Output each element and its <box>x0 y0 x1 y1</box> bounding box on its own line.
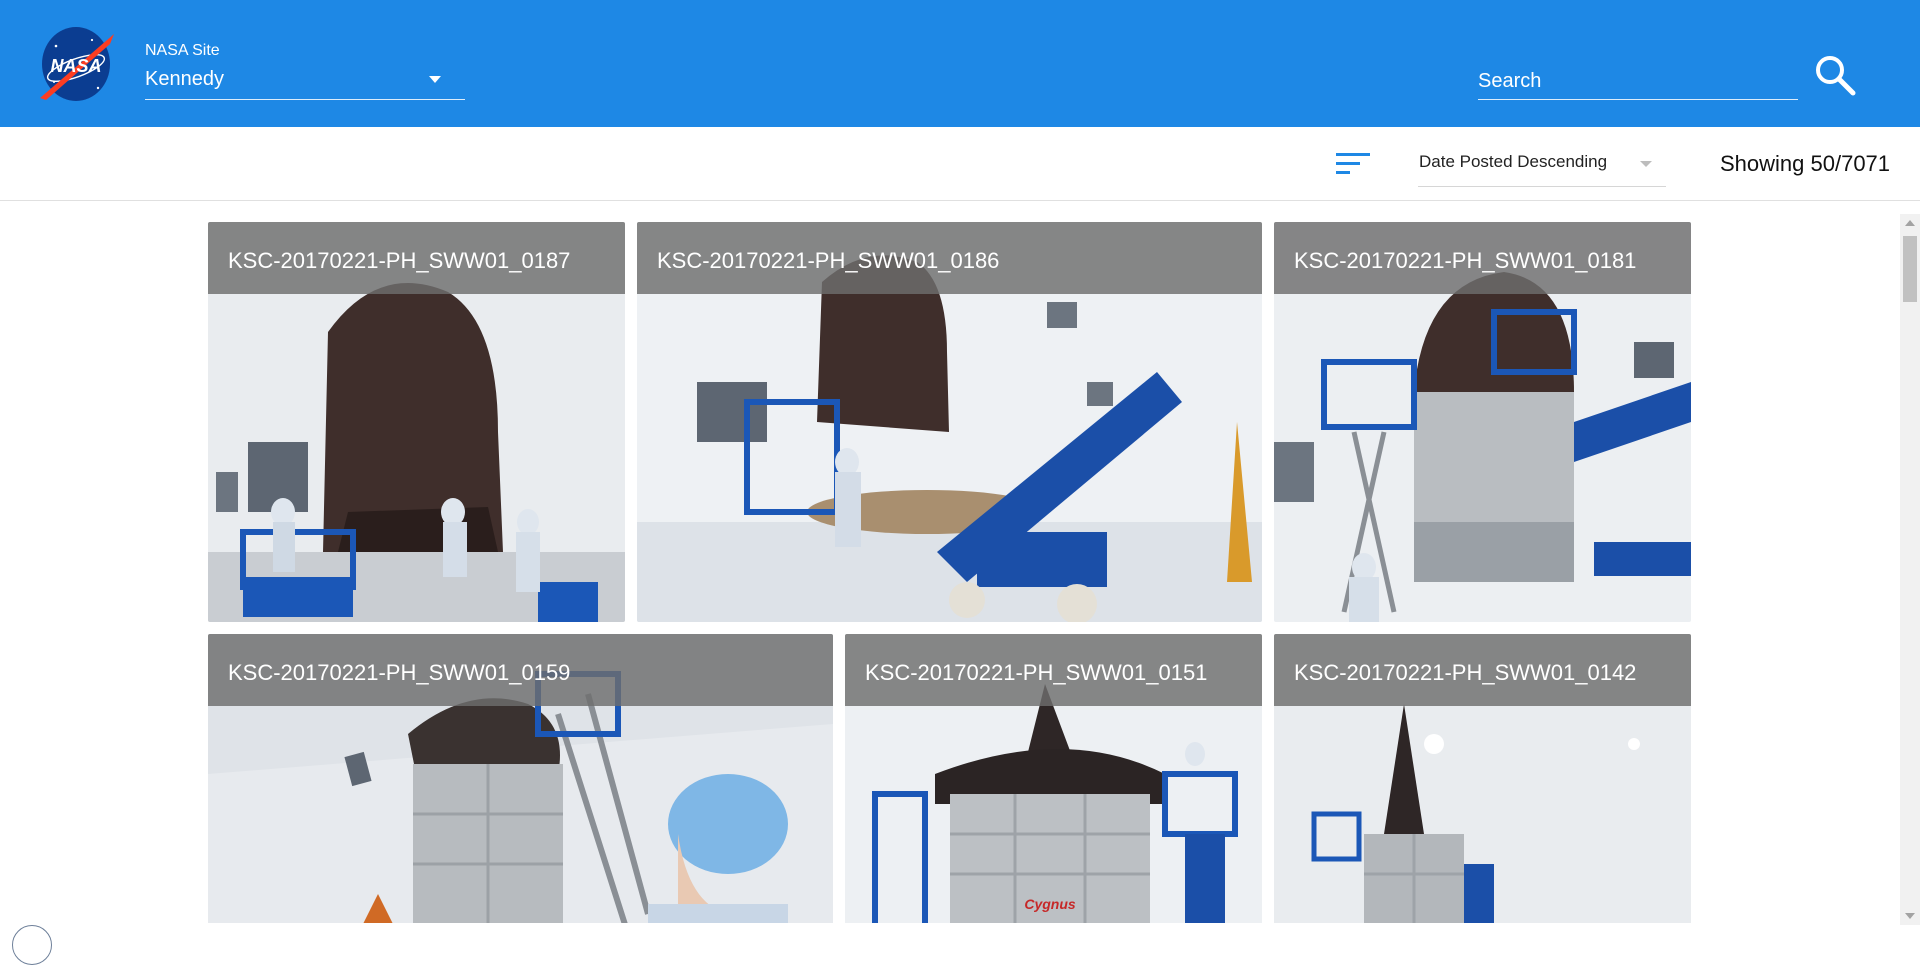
corner-widget-icon[interactable] <box>12 925 52 965</box>
tile-title: KSC-20170221-PH_SWW01_0186 <box>657 248 1000 273</box>
sort-toolbar: Date Posted Descending Showing 50/7071 <box>0 127 1920 201</box>
gallery-tile[interactable]: KSC-20170221-PH_SWW01_0181 <box>1274 222 1691 622</box>
gallery-tile[interactable]: Cygnus KSC-20170221-PH_SWW01_0151 <box>845 634 1262 923</box>
gallery-tile[interactable]: KSC-20170221-PH_SWW01_0142 <box>1274 634 1691 923</box>
tile-title: KSC-20170221-PH_SWW01_0159 <box>228 660 571 685</box>
header-bar: NASA NASA Site Kennedy <box>0 0 1920 127</box>
tile-caption: KSC-20170221-PH_SWW01_0187 <box>208 222 625 294</box>
tile-title: KSC-20170221-PH_SWW01_0151 <box>865 660 1208 685</box>
nasa-logo-icon[interactable]: NASA <box>36 20 118 106</box>
logo-text: NASA <box>50 56 101 76</box>
tile-title: KSC-20170221-PH_SWW01_0142 <box>1294 660 1637 685</box>
site-label: NASA Site <box>145 42 220 59</box>
image-gallery: KSC-20170221-PH_SWW01_0187 KSC-20170221-… <box>0 202 1900 923</box>
vertical-scrollbar[interactable] <box>1900 214 1920 925</box>
scroll-down-icon[interactable] <box>1905 913 1915 919</box>
search-input[interactable] <box>1478 64 1798 98</box>
tile-caption: KSC-20170221-PH_SWW01_0142 <box>1274 634 1691 706</box>
caret-down-icon <box>429 76 441 83</box>
scroll-thumb[interactable] <box>1903 236 1917 302</box>
tile-caption: KSC-20170221-PH_SWW01_0186 <box>637 222 1262 294</box>
tile-caption: KSC-20170221-PH_SWW01_0159 <box>208 634 833 706</box>
sort-icon[interactable] <box>1334 149 1372 179</box>
search-icon[interactable] <box>1812 52 1858 98</box>
tile-title: KSC-20170221-PH_SWW01_0181 <box>1294 248 1637 273</box>
scroll-up-icon[interactable] <box>1905 220 1915 226</box>
site-dropdown[interactable]: Kennedy <box>145 64 465 100</box>
gallery-tile[interactable]: KSC-20170221-PH_SWW01_0187 <box>208 222 625 622</box>
tile-title: KSC-20170221-PH_SWW01_0187 <box>228 248 571 273</box>
search-field[interactable] <box>1478 64 1798 100</box>
site-value: Kennedy <box>145 68 224 90</box>
result-count: Showing 50/7071 <box>1720 151 1891 176</box>
svg-text:Cygnus: Cygnus <box>1024 896 1076 912</box>
caret-down-icon <box>1640 161 1652 167</box>
gallery-tile[interactable]: KSC-20170221-PH_SWW01_0186 <box>637 222 1262 622</box>
sort-dropdown[interactable]: Date Posted Descending <box>1418 147 1666 187</box>
sort-value: Date Posted Descending <box>1419 152 1608 171</box>
tile-caption: KSC-20170221-PH_SWW01_0181 <box>1274 222 1691 294</box>
tile-caption: KSC-20170221-PH_SWW01_0151 <box>845 634 1262 706</box>
gallery-tile[interactable]: KSC-20170221-PH_SWW01_0159 <box>208 634 833 923</box>
